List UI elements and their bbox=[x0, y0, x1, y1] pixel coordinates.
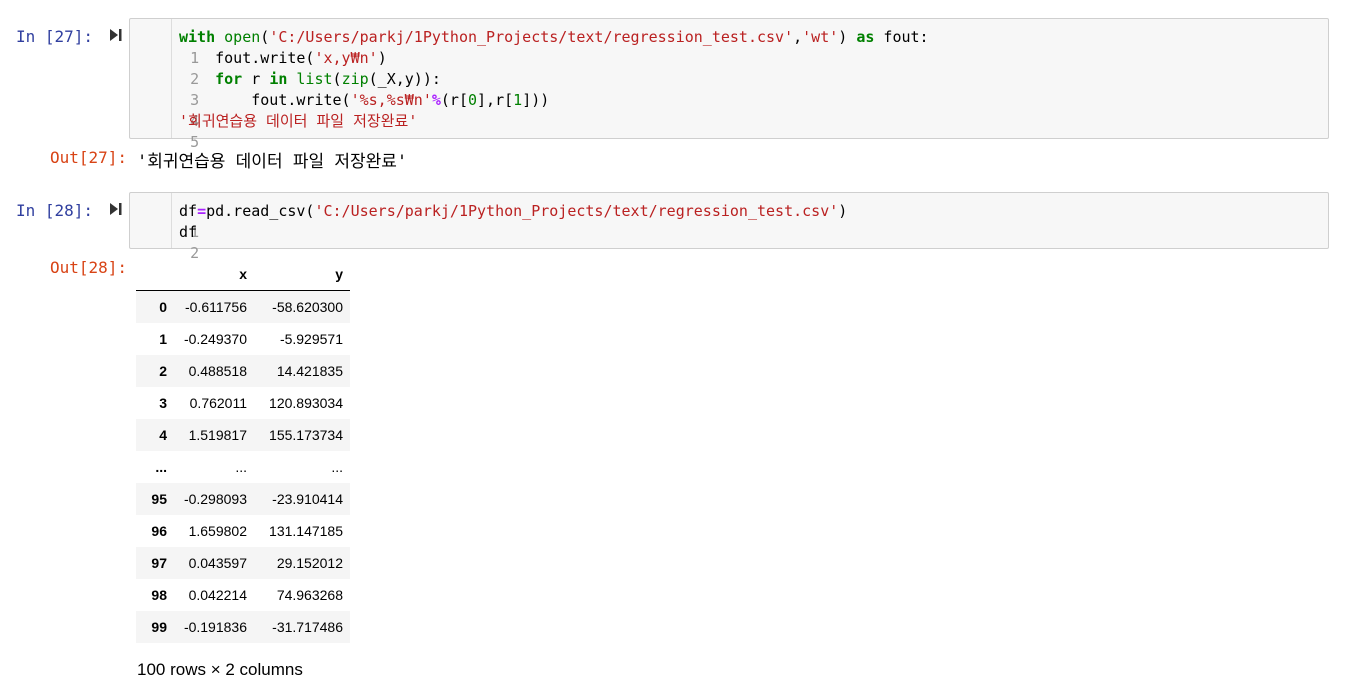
cell-output-text: '회귀연습용 데이터 파일 저장완료' bbox=[137, 152, 408, 172]
cell-x: 0.042214 bbox=[188, 587, 247, 603]
table-row: 98 0.042214 74.963268 bbox=[136, 579, 350, 611]
cell-x: -0.298093 bbox=[183, 491, 247, 507]
table-row: 0 -0.611756 -58.620300 bbox=[136, 290, 350, 323]
cell-x: 1.519817 bbox=[188, 427, 247, 443]
cell-x: 0.762011 bbox=[189, 395, 247, 411]
cell-y: 120.893034 bbox=[269, 395, 343, 411]
cell-x: -0.249370 bbox=[183, 331, 247, 347]
table-row: 99 -0.191836 -31.717486 bbox=[136, 611, 350, 643]
table-row: 96 1.659802 131.147185 bbox=[136, 515, 350, 547]
out-prompt-28: Out[28]: bbox=[50, 258, 128, 277]
row-index: 95 bbox=[151, 491, 167, 507]
run-cell-icon[interactable] bbox=[109, 202, 123, 216]
cell-x: 0.488518 bbox=[188, 363, 247, 379]
in-prompt-27: In [27]: bbox=[16, 27, 94, 46]
code-cell-27[interactable]: 1 with open('C:/Users/parkj/1Python_Proj… bbox=[129, 18, 1329, 151]
cell-y: 29.152012 bbox=[276, 555, 343, 571]
table-row: 1 -0.249370 -5.929571 bbox=[136, 323, 350, 355]
table-row: 2 0.488518 14.421835 bbox=[136, 355, 350, 387]
cell-x: ... bbox=[235, 459, 247, 475]
row-index: 99 bbox=[151, 619, 167, 635]
table-row: 4 1.519817 155.173734 bbox=[136, 419, 350, 451]
dataframe-shape-summary: 100 rows × 2 columns bbox=[137, 660, 303, 679]
row-index: 97 bbox=[151, 555, 167, 571]
cell-y: 155.173734 bbox=[269, 427, 343, 443]
row-index: 3 bbox=[159, 395, 167, 411]
code-line: 2 fout.write('x,y₩n') bbox=[130, 48, 387, 88]
cell-y: -23.910414 bbox=[272, 491, 343, 507]
cell-y: -5.929571 bbox=[279, 331, 343, 347]
code-line: 1 with open('C:/Users/parkj/1Python_Proj… bbox=[130, 27, 929, 67]
table-row: 95 -0.298093 -23.910414 bbox=[136, 483, 350, 515]
code-line: 5 '회귀연습용 데이터 파일 저장완료' bbox=[130, 111, 417, 151]
row-index: 2 bbox=[159, 363, 167, 379]
code-line: 2 df bbox=[130, 222, 199, 262]
cell-x: 1.659802 bbox=[188, 523, 247, 539]
cell-x: -0.611756 bbox=[184, 299, 247, 315]
row-index: 4 bbox=[159, 427, 167, 443]
row-index: ... bbox=[155, 459, 167, 475]
row-index: 98 bbox=[151, 587, 167, 603]
run-cell-icon[interactable] bbox=[109, 28, 123, 42]
row-index: 96 bbox=[151, 523, 167, 539]
column-header-y: y bbox=[254, 258, 350, 291]
cell-y: -58.620300 bbox=[272, 299, 343, 315]
cell-y: -31.717486 bbox=[272, 619, 343, 635]
code-line: 3 for r in list(zip(_X,y)): bbox=[130, 69, 441, 109]
code-line: 4 fout.write('%s,%s₩n'%(r[0],r[1])) bbox=[130, 90, 549, 130]
dataframe-table: x y 0 -0.611756 -58.620300 1 -0.249370 -5.92… bbox=[136, 258, 350, 643]
table-row: 97 0.043597 29.152012 bbox=[136, 547, 350, 579]
row-index: 0 bbox=[159, 299, 167, 315]
in-prompt-28: In [28]: bbox=[16, 201, 94, 220]
cell-y: ... bbox=[331, 459, 343, 475]
code-cell-28[interactable]: 1 df=pd.read_csv('C:/Users/parkj/1Python… bbox=[129, 192, 1329, 262]
cell-y: 131.147185 bbox=[269, 523, 343, 539]
column-header-x: x bbox=[174, 258, 254, 291]
cell-x: -0.191836 bbox=[183, 619, 247, 635]
cell-x: 0.043597 bbox=[188, 555, 247, 571]
row-index: 1 bbox=[159, 331, 167, 347]
table-row: 3 0.762011 120.893034 bbox=[136, 387, 350, 419]
index-header bbox=[136, 258, 174, 291]
table-header-row: x y bbox=[136, 258, 350, 291]
cell-y: 74.963268 bbox=[276, 587, 343, 603]
cell-y: 14.421835 bbox=[276, 363, 343, 379]
table-row-ellipsis: ......... bbox=[136, 451, 350, 483]
out-prompt-27: Out[27]: bbox=[50, 148, 128, 167]
code-line: 1 df=pd.read_csv('C:/Users/parkj/1Python… bbox=[130, 201, 847, 241]
